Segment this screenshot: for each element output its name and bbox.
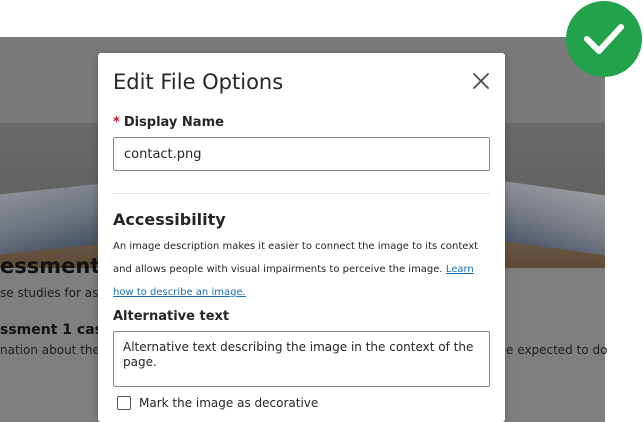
background-title: essment bbox=[0, 254, 101, 278]
background-text-right: e expected to do bbox=[506, 343, 608, 357]
success-badge bbox=[566, 1, 642, 77]
decorative-checkbox-label[interactable]: Mark the image as decorative bbox=[139, 396, 318, 410]
dialog-title: Edit File Options bbox=[113, 70, 284, 94]
accessibility-heading: Accessibility bbox=[113, 210, 226, 229]
accessibility-description-text: An image description makes it easier to … bbox=[113, 241, 479, 275]
accessibility-description: An image description makes it easier to … bbox=[113, 235, 493, 304]
background-text-left: nation about the bbox=[0, 343, 100, 357]
checkmark-icon bbox=[584, 24, 624, 54]
edit-file-options-dialog: Edit File Options *Display Name Accessib… bbox=[98, 53, 505, 422]
alt-text-label: Alternative text bbox=[113, 309, 230, 324]
alt-text-textarea[interactable]: Alternative text describing the image in… bbox=[113, 331, 490, 387]
required-marker: * bbox=[113, 115, 120, 130]
display-name-label-text: Display Name bbox=[123, 115, 224, 130]
display-name-input[interactable] bbox=[113, 137, 490, 171]
close-icon bbox=[473, 73, 489, 89]
background-section-heading: ssment 1 case bbox=[0, 322, 113, 338]
section-divider bbox=[113, 193, 490, 194]
display-name-label: * Display Name bbox=[113, 115, 224, 130]
decorative-checkbox-row[interactable]: Mark the image as decorative bbox=[117, 394, 318, 412]
decorative-checkbox[interactable] bbox=[117, 396, 131, 410]
close-button[interactable] bbox=[467, 67, 495, 95]
background-subtitle: se studies for as bbox=[0, 286, 99, 300]
